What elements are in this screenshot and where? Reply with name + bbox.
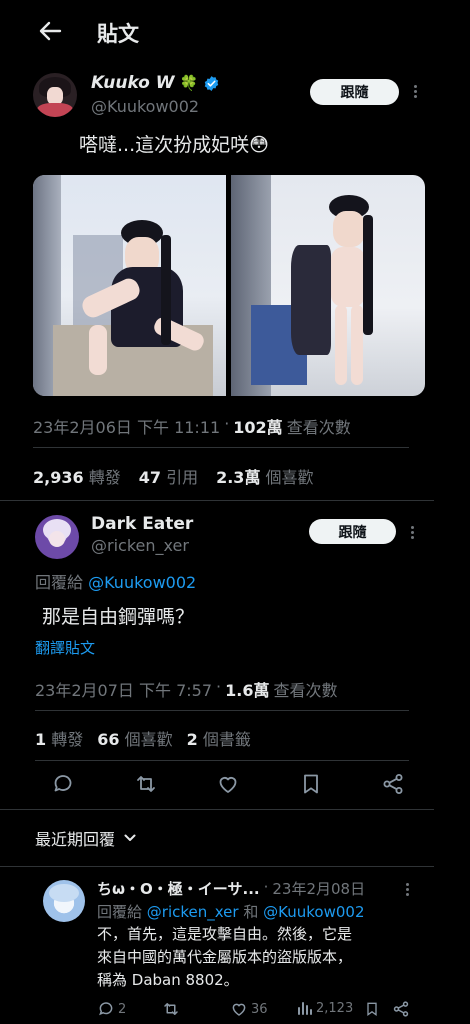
avatar[interactable] <box>33 73 77 117</box>
reply-author-handle[interactable]: @ricken_xer <box>91 536 189 555</box>
bookmark-icon <box>367 1002 377 1016</box>
bookmark-action-button[interactable] <box>298 771 324 797</box>
post-image-2[interactable] <box>231 175 425 396</box>
comment-views-button[interactable]: 2,123 <box>297 1000 353 1016</box>
retweet-icon <box>164 1003 178 1015</box>
translate-post-link[interactable]: 翻譯貼文 <box>35 637 95 658</box>
reply-stat-retweets[interactable]: 1 轉發 <box>35 726 83 750</box>
reply-author-name[interactable]: Dark Eater <box>91 514 193 534</box>
comment-icon <box>54 775 72 792</box>
comment-like-button[interactable]: 36 <box>230 1000 268 1018</box>
post-timestamp[interactable]: 23年2月06日 下午 11:11 <box>33 414 220 438</box>
back-button[interactable] <box>36 19 64 43</box>
retweet-action-button[interactable] <box>133 771 159 797</box>
analytics-icon <box>298 1002 312 1015</box>
sort-replies-dropdown[interactable]: 最近期回覆 <box>35 826 137 850</box>
post-image-1[interactable] <box>33 175 226 396</box>
comment-reply-button[interactable]: 2 <box>97 1000 126 1018</box>
post-stats: 2,936 轉發 47 引用 2.3萬 個喜歡 <box>33 464 314 488</box>
author-row: Kuuko W 🍀 <box>91 73 220 93</box>
sort-label: 最近期回覆 <box>35 830 116 849</box>
share-icon <box>393 1001 409 1017</box>
post-text: 嗒噠...這次扮成妃咲😳 <box>79 134 269 156</box>
comment-retweet-button[interactable] <box>162 1000 180 1018</box>
share-action-button[interactable] <box>380 771 406 797</box>
author-handle[interactable]: @Kuukow002 <box>91 97 199 116</box>
comment-bookmark-button[interactable] <box>364 1000 380 1018</box>
comment-icon <box>99 1002 113 1016</box>
page-title: 貼文 <box>97 22 139 46</box>
comment-author-name[interactable]: ちω・O・極・イーサ... <box>97 878 260 899</box>
reply-view-count: 1.6萬 <box>225 681 270 700</box>
follow-button[interactable]: 跟隨 <box>310 79 399 105</box>
comment-text: 不，首先，這是攻擊自由。然後，它是 來自中國的萬代金屬版本的盜版版本， 稱為 D… <box>97 925 353 989</box>
post-meta: 23年2月06日 下午 11:11 · 102萬 查看次數 <box>33 414 351 438</box>
reply-more-options-icon[interactable] <box>405 526 419 539</box>
reply-to-handle-link[interactable]: @Kuukow002 <box>88 573 196 592</box>
back-arrow-icon <box>39 21 62 41</box>
reply-stat-likes[interactable]: 66 個喜歡 <box>97 726 172 750</box>
stat-quotes[interactable]: 47 引用 <box>139 464 198 488</box>
heart-icon <box>232 1003 246 1016</box>
heart-icon <box>219 777 237 793</box>
comment-more-options-icon[interactable] <box>400 883 414 896</box>
reply-to-line: 回覆給 @Kuukow002 <box>35 573 197 592</box>
comment-header: ちω・O・極・イーサ... · 23年2月08日 <box>97 878 366 899</box>
chevron-down-icon <box>124 834 136 841</box>
reply-action-button[interactable] <box>50 771 76 797</box>
comment-share-button[interactable] <box>392 1000 410 1018</box>
reply-follow-button[interactable]: 跟隨 <box>309 519 396 544</box>
reply-timestamp[interactable]: 23年2月07日 下午 7:57 <box>35 677 212 701</box>
reply-to-handle-link[interactable]: @Kuukow002 <box>263 903 364 921</box>
stat-likes[interactable]: 2.3萬 個喜歡 <box>216 464 313 488</box>
avatar[interactable] <box>35 515 79 559</box>
reply-meta: 23年2月07日 下午 7:57 · 1.6萬 查看次數 <box>35 677 338 701</box>
clover-emoji: 🍀 <box>179 74 199 92</box>
more-options-icon[interactable] <box>408 85 422 98</box>
bookmark-icon <box>304 774 318 794</box>
reply-stat-bookmarks[interactable]: 2 個書籤 <box>187 726 251 750</box>
reply-text: 那是自由鋼彈嗎？ <box>42 606 195 628</box>
like-action-button[interactable] <box>215 771 241 797</box>
reply-stats: 1 轉發 66 個喜歡 2 個書籤 <box>35 726 251 750</box>
share-icon <box>383 774 403 794</box>
author-name[interactable]: Kuuko W <box>91 73 175 93</box>
avatar[interactable] <box>43 880 85 922</box>
verified-badge-icon <box>204 75 219 91</box>
stat-retweets[interactable]: 2,936 轉發 <box>33 464 121 488</box>
reply-to-handle-link[interactable]: @ricken_xer <box>147 903 239 921</box>
view-count: 102萬 <box>233 418 283 437</box>
retweet-icon <box>137 776 155 792</box>
comment-reply-to: 回覆給 @ricken_xer 和 @Kuukow002 <box>97 903 365 921</box>
comment-date[interactable]: 23年2月08日 <box>272 878 365 899</box>
